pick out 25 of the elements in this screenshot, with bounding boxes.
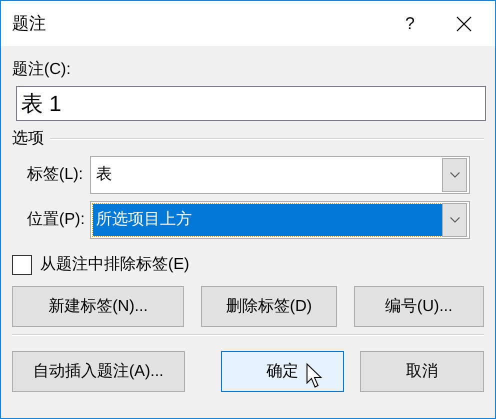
- field-label: 标签(L):: [26, 165, 84, 185]
- dialog-button[interactable]: 删除标签(D): [201, 286, 337, 327]
- dialog-button[interactable]: 自动插入题注(A)...: [12, 351, 185, 392]
- dialog-button[interactable]: 编号(U)...: [354, 286, 484, 327]
- checkbox-label: 从题注中排除标签(E): [40, 254, 190, 275]
- dropdown-value: 所选项目上方: [93, 204, 442, 236]
- field-label: 位置(P):: [26, 210, 86, 230]
- checkbox[interactable]: [12, 255, 32, 275]
- dropdown[interactable]: 所选项目上方: [90, 201, 470, 239]
- dropdown[interactable]: 表: [90, 156, 470, 194]
- caption-label: 题注(C):: [12, 60, 72, 80]
- help-button[interactable]: ?: [387, 1, 433, 46]
- dialog-button[interactable]: 新建标签(N)...: [12, 286, 184, 327]
- dropdown-arrow-button[interactable]: [442, 158, 467, 192]
- dropdown-value: 表: [95, 164, 113, 185]
- caption-input[interactable]: 表 1: [16, 86, 486, 121]
- options-heading: 选项: [12, 129, 44, 149]
- cursor-icon: [306, 363, 324, 389]
- dialog-button[interactable]: 取消: [360, 351, 484, 392]
- dialog-button[interactable]: 确定: [220, 351, 344, 392]
- dropdown-arrow-button[interactable]: [442, 203, 467, 237]
- window-title: 题注: [12, 12, 47, 35]
- chevron-down-icon: [450, 172, 460, 178]
- close-icon: [456, 16, 472, 32]
- chevron-down-icon: [450, 217, 460, 223]
